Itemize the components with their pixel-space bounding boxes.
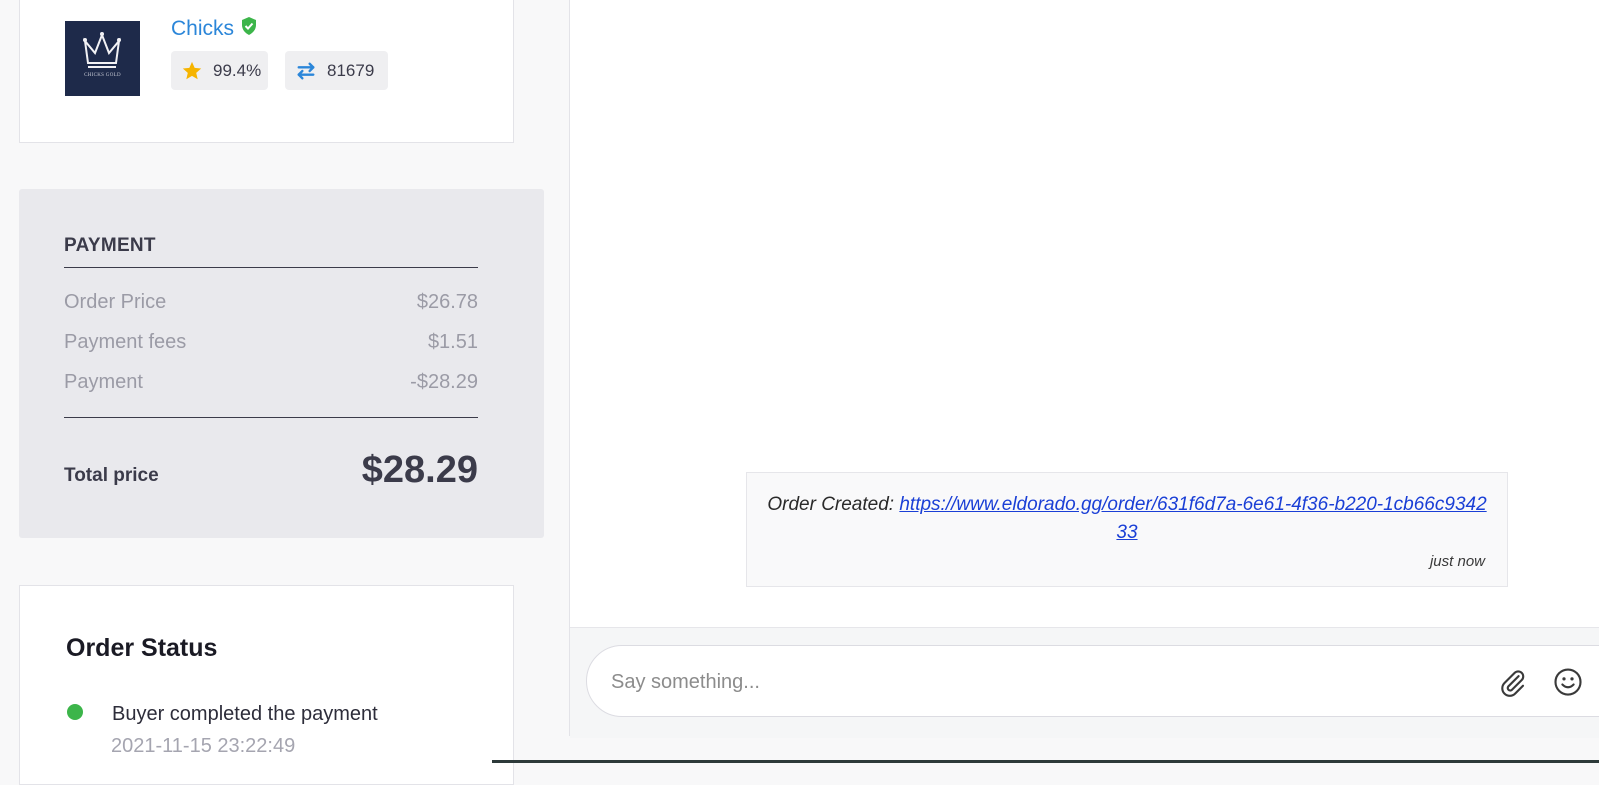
payment-row-label: Payment fees [64,331,187,353]
chat-message-time: just now [1429,553,1485,570]
paperclip-icon[interactable] [1498,668,1528,698]
payment-row-payment: Payment -$28.29 [64,371,478,394]
swap-arrows-icon [297,62,315,79]
chat-message-prefix: Order Created: [767,494,900,515]
chat-message-input[interactable] [609,666,1453,698]
chat-composer [586,645,1599,717]
chat-message-body: Order Created: https://www.eldorado.gg/o… [767,491,1487,547]
avatar-brand-text: CHICKS GOLD [84,73,121,78]
payment-row-fees: Payment fees $1.51 [64,331,478,354]
order-status-card: Order Status Buyer completed the payment… [19,585,514,785]
chat-composer-bar [570,627,1599,738]
seller-rating-value: 99.4% [213,60,262,80]
order-link[interactable]: https://www.eldorado.gg/order/631f6d7a-6… [899,494,1486,543]
payment-row-order-price: Order Price $26.78 [64,291,478,314]
seller-avatar[interactable]: CHICKS GOLD [65,21,140,96]
verified-shield-icon [242,17,256,35]
total-price-label: Total price [64,465,159,486]
seller-rating-badge: 99.4% [171,51,268,90]
payment-row-value: -$28.29 [410,371,478,393]
seller-name-link[interactable]: Chicks [171,17,234,41]
payment-title-divider [64,267,478,268]
order-status-title: Order Status [66,634,218,662]
star-icon [182,61,202,79]
payment-row-label: Payment [64,371,143,393]
payment-row-label: Order Price [64,291,167,313]
status-dot-icon [67,704,83,720]
chat-panel: Order Created: https://www.eldorado.gg/o… [569,0,1599,738]
seller-trades-value: 81679 [327,60,375,80]
smiley-icon[interactable] [1553,667,1583,697]
payment-summary-card: PAYMENT Order Price $26.78 Payment fees … [19,189,544,538]
payment-row-value: $26.78 [416,291,478,313]
payment-title: PAYMENT [64,235,156,256]
payment-row-value: $1.51 [427,331,478,353]
total-price-value: $28.29 [361,449,478,491]
payment-total-divider [64,417,478,418]
crown-logo-icon [83,32,121,68]
chat-message: Order Created: https://www.eldorado.gg/o… [746,472,1508,587]
status-event-time: 2021-11-15 23:22:49 [111,735,296,757]
seller-trades-badge: 81679 [285,51,388,90]
status-event-text: Buyer completed the payment [112,703,378,725]
seller-card: CHICKS GOLD Chicks 99.4% 81679 [19,0,514,143]
